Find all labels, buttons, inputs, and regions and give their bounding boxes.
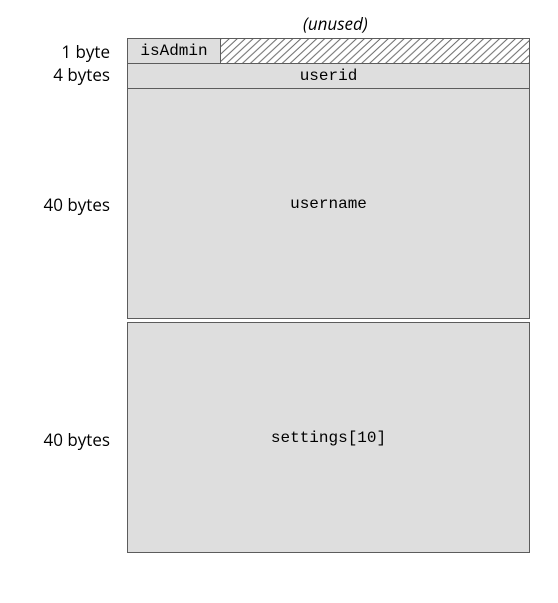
field-label: isAdmin [140, 42, 207, 60]
field-isAdmin: isAdmin [127, 38, 221, 64]
field-userid: userid [127, 63, 530, 89]
size-label-row0: 1 byte [30, 40, 110, 63]
struct-layout-diagram: (unused) 1 byte isAdmin 4 bytes userid 4… [0, 0, 558, 603]
size-label-row3: 40 bytes [20, 428, 110, 451]
field-settings: settings[10] [127, 322, 530, 553]
hatch-icon [221, 39, 529, 63]
field-label: username [290, 195, 367, 213]
field-username: username [127, 88, 530, 319]
field-label: userid [300, 67, 358, 85]
size-label-row1: 4 bytes [30, 63, 110, 86]
unused-caption: (unused) [303, 12, 368, 35]
field-unused-padding [220, 38, 530, 64]
size-label-row2: 40 bytes [20, 193, 110, 216]
field-label: settings[10] [271, 429, 386, 447]
